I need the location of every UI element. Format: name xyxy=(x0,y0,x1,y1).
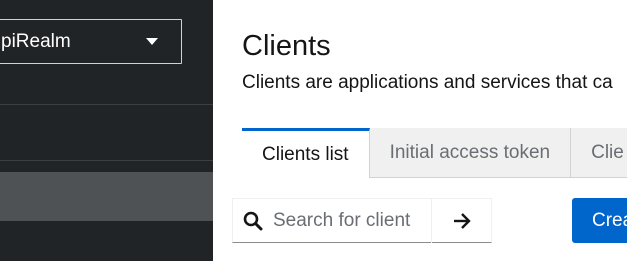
page-title: Clients xyxy=(242,30,331,62)
search-submit-button[interactable] xyxy=(431,199,491,243)
main-content: Clients Clients are applications and ser… xyxy=(213,0,627,261)
sidebar: piRealm xyxy=(0,0,213,261)
caret-down-icon xyxy=(146,38,158,45)
tab-initial-access-token[interactable]: Initial access token xyxy=(369,128,572,178)
arrow-right-icon xyxy=(453,213,471,229)
search-icon xyxy=(233,198,273,243)
realm-selector[interactable]: piRealm xyxy=(0,19,182,64)
tab-client-registration[interactable]: Clie xyxy=(571,128,627,178)
realm-selector-value: piRealm xyxy=(1,30,71,52)
page-description: Clients are applications and services th… xyxy=(242,72,613,93)
tab-clients-list[interactable]: Clients list xyxy=(242,128,370,178)
toolbar: Crea xyxy=(232,198,627,243)
tab-bar: Clients list Initial access token Clie xyxy=(242,128,627,178)
sidebar-item-selected[interactable] xyxy=(0,172,213,221)
sidebar-divider xyxy=(0,104,213,105)
create-client-button[interactable]: Crea xyxy=(572,198,627,243)
search-box xyxy=(232,198,492,243)
sidebar-divider xyxy=(0,160,213,161)
search-input[interactable] xyxy=(273,200,453,241)
